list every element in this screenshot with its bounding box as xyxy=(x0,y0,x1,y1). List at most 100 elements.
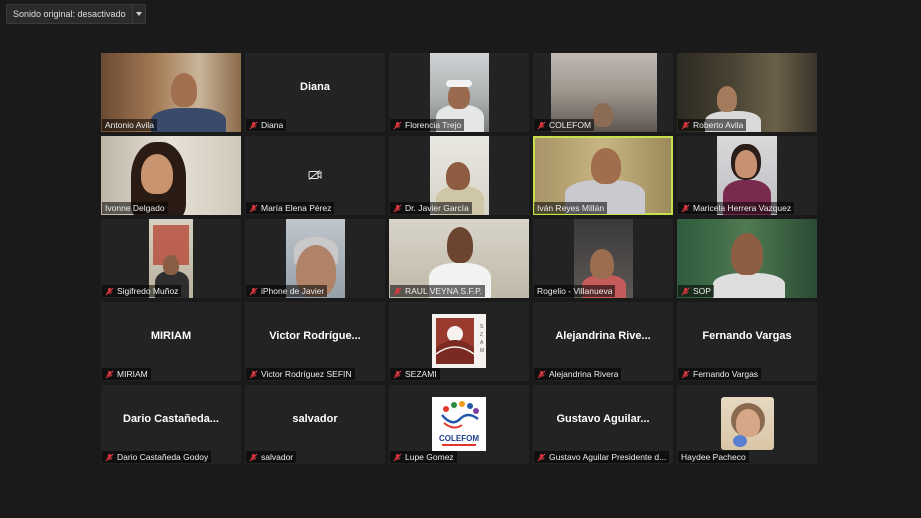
participant-name: Victor Rodríguez SEFIN xyxy=(246,368,355,380)
participant-name: SEZAMI xyxy=(390,368,440,380)
chevron-down-icon[interactable] xyxy=(132,4,146,24)
mic-muted-icon xyxy=(105,370,114,378)
participant-display-name: Gustavo Aguilar... xyxy=(556,413,650,425)
mic-muted-icon xyxy=(105,287,114,295)
participant-name: Ivonne Delgado xyxy=(102,202,168,214)
participant-display-name: Diana xyxy=(300,81,330,93)
participant-tile-victor-rodriguez[interactable]: Victor Rodrígue... Victor Rodríguez SEFI… xyxy=(245,302,385,381)
participant-name: Diana xyxy=(246,119,287,131)
camera-off-icon xyxy=(308,170,322,180)
mic-muted-icon xyxy=(105,453,114,461)
svg-text:M: M xyxy=(480,348,484,354)
participant-tile-antonio-avila[interactable]: Antonio Avila xyxy=(101,53,241,132)
person-head xyxy=(591,148,621,184)
participant-tile-alejandrina-rivera[interactable]: Alejandrina Rive... Alejandrina Rivera xyxy=(533,302,673,381)
audio-control: Sonido original: desactivado xyxy=(6,4,146,24)
participant-tile-diana[interactable]: Diana Diana xyxy=(245,53,385,132)
participant-tile-florencia-trejo[interactable]: Florencia Trejo xyxy=(389,53,529,132)
participant-tile-fernando-vargas[interactable]: Fernando Vargas Fernando Vargas xyxy=(677,302,817,381)
participant-name: salvador xyxy=(246,451,297,463)
participant-name: SOP xyxy=(678,285,714,297)
participant-display-name: Victor Rodrígue... xyxy=(269,330,361,342)
mic-muted-icon xyxy=(681,370,690,378)
participant-tile-maricela-herrera-vazquez[interactable]: Maricela Herrera Vazquez xyxy=(677,136,817,215)
participant-name: COLEFOM xyxy=(534,119,595,131)
participant-tile-rogelio-villanueva[interactable]: Rogelio - Villanueva xyxy=(533,219,673,298)
participant-tile-sop[interactable]: SOP xyxy=(677,219,817,298)
profile-picture xyxy=(721,397,774,450)
participant-tile-raul-veyna[interactable]: RAUL VEYNA S.F.P. xyxy=(389,219,529,298)
participant-tile-miriam[interactable]: MIRIAM MIRIAM xyxy=(101,302,241,381)
mic-muted-icon xyxy=(681,287,690,295)
participant-display-name: salvador xyxy=(292,413,338,425)
participant-name: Antonio Avila xyxy=(102,119,157,131)
participant-tile-ivan-reyes-millan[interactable]: Iván Reyes Millán xyxy=(533,136,673,215)
participant-display-name: Fernando Vargas xyxy=(702,330,792,342)
participant-tile-maria-elena-perez[interactable]: María Elena Pérez xyxy=(245,136,385,215)
mic-muted-icon xyxy=(393,204,402,212)
person-head xyxy=(171,73,197,107)
mic-muted-icon xyxy=(249,287,258,295)
participant-name: Haydee Pacheco xyxy=(678,451,749,463)
participant-name: Fernando Vargas xyxy=(678,368,762,380)
participant-name: Rogelio - Villanueva xyxy=(534,285,616,297)
participant-tile-sezami[interactable]: S Z A M SEZAMI xyxy=(389,302,529,381)
participant-tile-colefom[interactable]: COLEFOM xyxy=(533,53,673,132)
original-sound-button[interactable]: Sonido original: desactivado xyxy=(6,4,133,24)
person-body xyxy=(713,273,785,298)
mic-muted-icon xyxy=(393,370,402,378)
person-head xyxy=(736,409,760,437)
colefom-logo: COLEFOM xyxy=(432,397,486,451)
person-body xyxy=(151,108,226,132)
participant-name: Sigifredo Muñoz xyxy=(102,285,182,297)
participant-name: Iván Reyes Millán xyxy=(534,202,608,214)
mic-muted-icon xyxy=(393,453,402,461)
person-head xyxy=(141,154,173,194)
mic-muted-icon xyxy=(537,121,546,129)
mic-muted-icon xyxy=(681,204,690,212)
person-head xyxy=(593,103,613,127)
participant-name: Florencia Trejo xyxy=(390,119,465,131)
participant-name: María Elena Pérez xyxy=(246,202,335,214)
person-head xyxy=(446,162,470,190)
participant-tile-salvador[interactable]: salvador salvador xyxy=(245,385,385,464)
mic-muted-icon xyxy=(249,204,258,212)
participant-name: Maricela Herrera Vazquez xyxy=(678,202,795,214)
participant-name: MIRIAM xyxy=(102,368,151,380)
participant-name: iPhone de Javier xyxy=(246,285,328,297)
person-head xyxy=(735,150,757,178)
participant-name: RAUL VEYNA S.F.P. xyxy=(390,285,486,297)
svg-text:Z: Z xyxy=(480,332,483,338)
mic-muted-icon xyxy=(681,121,690,129)
participant-tile-iphone-de-javier[interactable]: iPhone de Javier xyxy=(245,219,385,298)
participant-display-name: MIRIAM xyxy=(150,330,192,342)
person-head xyxy=(731,233,763,275)
toy xyxy=(733,435,747,447)
participant-name: Dr. Javier García xyxy=(390,202,472,214)
mic-muted-icon xyxy=(537,370,546,378)
participant-tile-roberto-avila[interactable]: Roberto Avila xyxy=(677,53,817,132)
participant-name: Lupe Gomez xyxy=(390,451,457,463)
mic-muted-icon xyxy=(249,370,258,378)
person-head xyxy=(163,255,179,275)
participant-display-name: Dario Castañeda... xyxy=(123,413,219,425)
participant-tile-sigifredo-munoz[interactable]: Sigifredo Muñoz xyxy=(101,219,241,298)
person-head xyxy=(717,86,737,112)
person-head xyxy=(590,249,614,279)
mic-muted-icon xyxy=(537,453,546,461)
participant-tile-ivonne-delgado[interactable]: Ivonne Delgado xyxy=(101,136,241,215)
colefom-logo-text: COLEFOM xyxy=(439,434,479,443)
participant-tile-lupe-gomez[interactable]: COLEFOM Lupe Gomez xyxy=(389,385,529,464)
mic-muted-icon xyxy=(393,287,402,295)
participant-tile-dario-castaneda[interactable]: Dario Castañeda... Dario Castañeda Godoy xyxy=(101,385,241,464)
participant-tile-dr-javier-garcia[interactable]: Dr. Javier García xyxy=(389,136,529,215)
sezami-logo: S Z A M xyxy=(432,314,486,368)
mic-muted-icon xyxy=(249,121,258,129)
participant-name: Alejandrina Rivera xyxy=(534,368,622,380)
participant-tile-gustavo-aguilar[interactable]: Gustavo Aguilar... Gustavo Aguilar Presi… xyxy=(533,385,673,464)
participant-display-name: Alejandrina Rive... xyxy=(555,330,651,342)
person-head xyxy=(447,227,473,263)
mic-muted-icon xyxy=(249,453,258,461)
mic-muted-icon xyxy=(393,121,402,129)
participant-tile-haydee-pacheco[interactable]: Haydee Pacheco xyxy=(677,385,817,464)
